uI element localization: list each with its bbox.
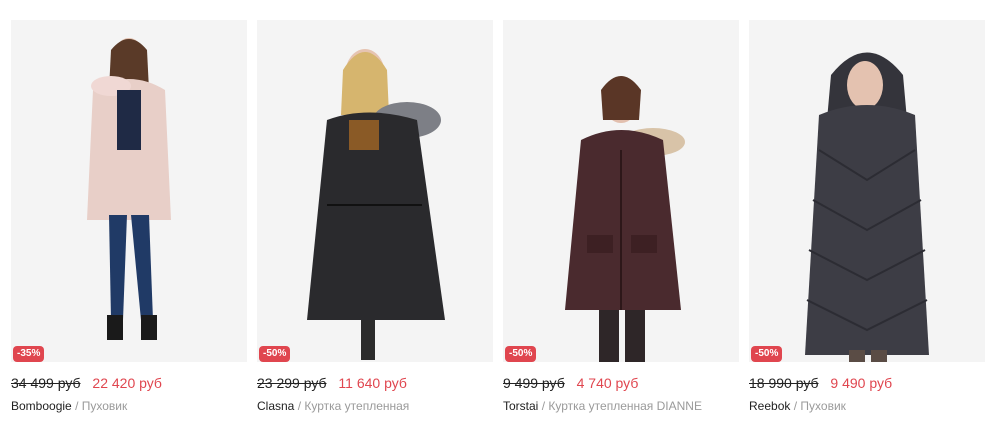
brand-link[interactable]: Reebok	[749, 399, 790, 413]
product-type[interactable]: Куртка утепленная	[304, 399, 409, 413]
price-row: 9 499 руб 4 740 руб	[503, 373, 739, 393]
meta-separator: /	[297, 399, 302, 413]
meta-separator: /	[793, 399, 798, 413]
price-row: 23 299 руб 11 640 руб	[257, 373, 493, 393]
discount-badge: -50%	[751, 346, 783, 362]
product-photo[interactable]: -50%	[257, 20, 493, 362]
sale-price: 22 420 руб	[92, 375, 162, 391]
product-card[interactable]: -35% 34 499 руб 22 420 руб Bomboogie / П…	[11, 20, 247, 414]
product-photo[interactable]: -50%	[749, 20, 985, 362]
product-card[interactable]: -50% 9 499 руб 4 740 руб Torstai / Куртк…	[503, 20, 739, 414]
meta-separator: /	[75, 399, 79, 413]
sale-price: 11 640 руб	[338, 375, 407, 391]
price-row: 34 499 руб 22 420 руб	[11, 373, 247, 393]
old-price: 18 990 руб	[749, 375, 819, 391]
meta-separator: /	[541, 399, 546, 413]
model-in-parka-image	[565, 76, 685, 362]
sale-price: 9 490 руб	[830, 375, 893, 391]
discount-badge: -50%	[505, 346, 537, 362]
product-photo[interactable]: -35%	[11, 20, 247, 362]
sale-price: 4 740 руб	[576, 375, 639, 391]
brand-link[interactable]: Clasna	[257, 399, 294, 413]
product-meta: Reebok / Пуховик	[749, 398, 985, 414]
product-grid: -35% 34 499 руб 22 420 руб Bomboogie / П…	[0, 0, 1000, 438]
brand-link[interactable]: Bomboogie	[11, 399, 72, 413]
product-card[interactable]: -50% 23 299 руб 11 640 руб Clasna / Курт…	[257, 20, 493, 414]
old-price: 23 299 руб	[257, 375, 327, 391]
product-meta: Clasna / Куртка утепленная	[257, 398, 493, 414]
brand-link[interactable]: Torstai	[503, 399, 538, 413]
product-type[interactable]: Пуховик	[82, 399, 128, 413]
product-meta: Torstai / Куртка утепленная DIANNE	[503, 398, 739, 414]
model-in-long-down-coat-image	[805, 52, 929, 362]
model-in-down-coat-image	[87, 38, 171, 340]
discount-badge: -35%	[13, 346, 45, 362]
model-in-belted-jacket-image	[307, 49, 445, 360]
price-row: 18 990 руб 9 490 руб	[749, 373, 985, 393]
product-photo[interactable]: -50%	[503, 20, 739, 362]
product-type[interactable]: Пуховик	[800, 399, 846, 413]
product-card[interactable]: -50% 18 990 руб 9 490 руб Reebok / Пухов…	[749, 20, 985, 414]
product-type[interactable]: Куртка утепленная DIANNE	[548, 399, 702, 413]
discount-badge: -50%	[259, 346, 291, 362]
product-meta: Bomboogie / Пуховик	[11, 398, 247, 414]
old-price: 34 499 руб	[11, 375, 81, 391]
old-price: 9 499 руб	[503, 375, 565, 391]
